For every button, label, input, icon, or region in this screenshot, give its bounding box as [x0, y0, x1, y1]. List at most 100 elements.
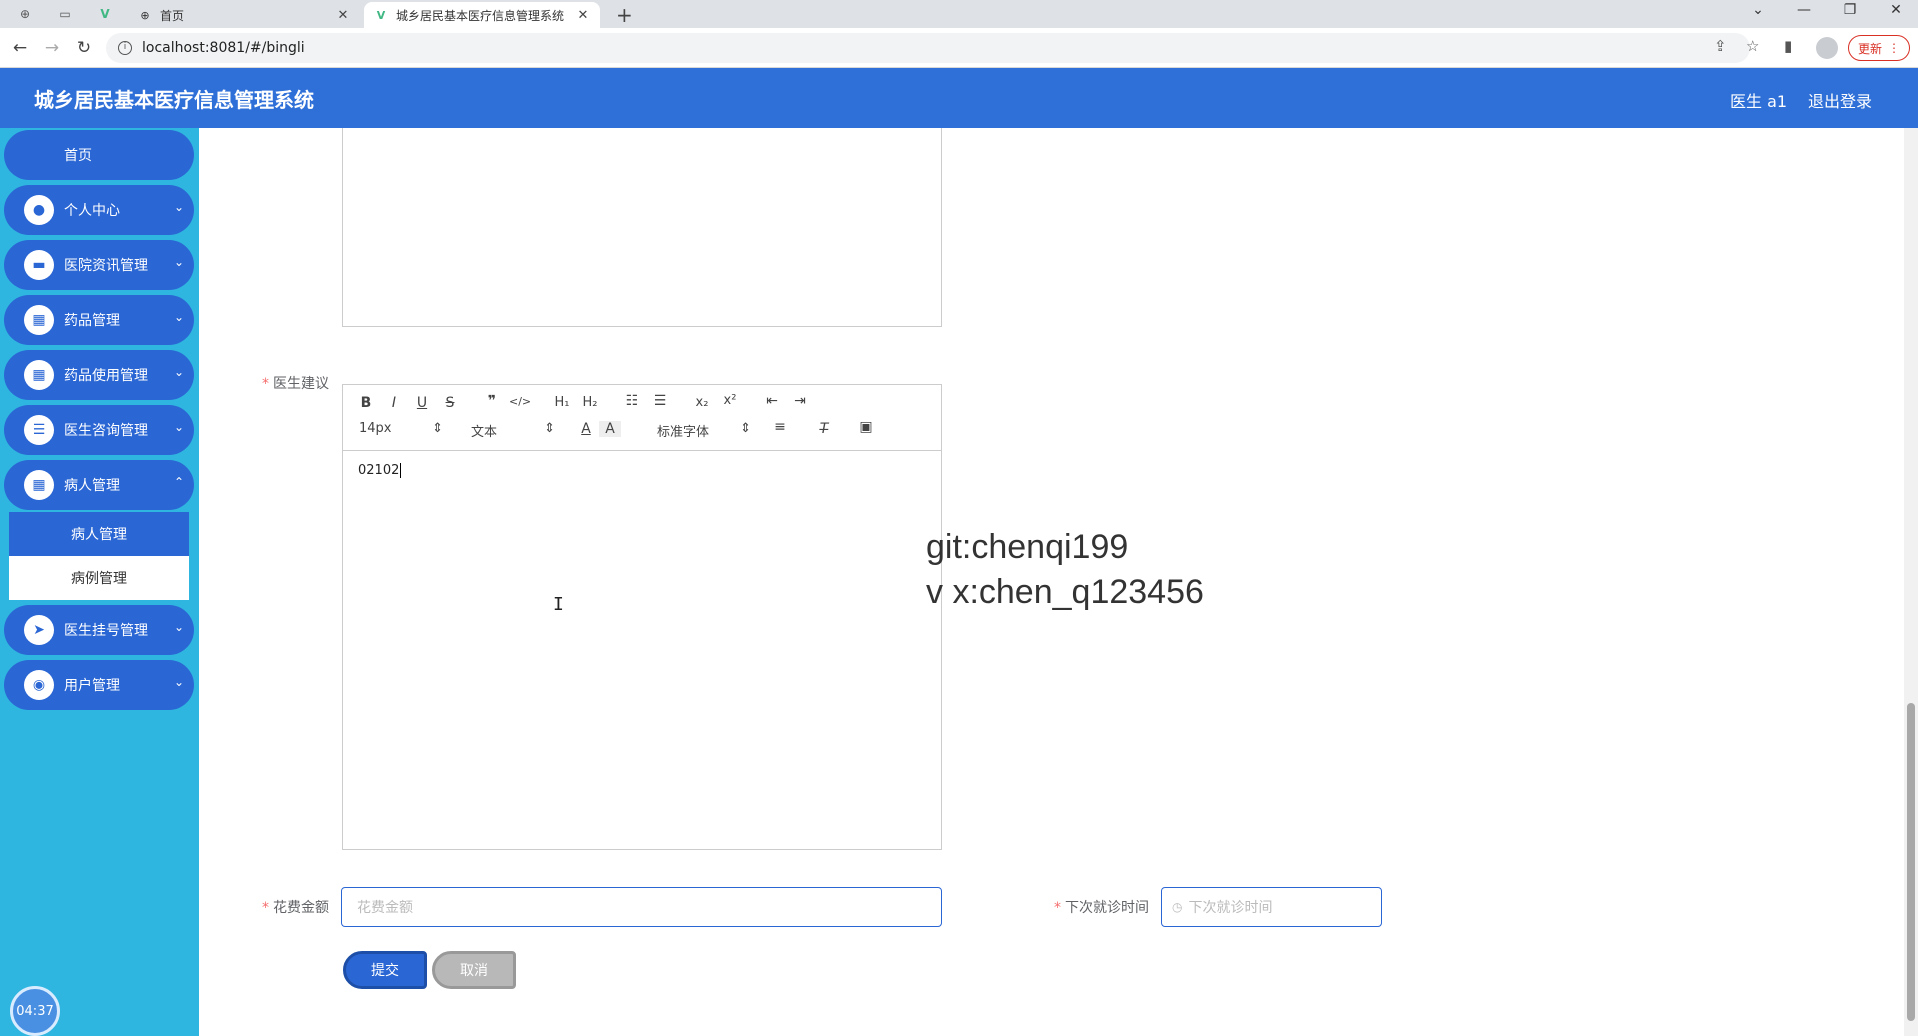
restore-icon[interactable]: ❐: [1838, 2, 1862, 18]
image-icon[interactable]: ▣: [855, 419, 877, 435]
cost-input[interactable]: 花费金额: [341, 887, 942, 927]
scrollbar-thumb[interactable]: [1907, 703, 1915, 1021]
select-arrows-icon: ⇕: [544, 421, 555, 436]
side-panel-icon[interactable]: ▮: [1784, 37, 1792, 55]
sidebar-item-user-management[interactable]: ◉ 用户管理 ⌄: [4, 660, 194, 710]
indent-icon[interactable]: ⇥: [789, 393, 811, 409]
underline-icon[interactable]: U: [411, 395, 433, 411]
more-vert-icon: ⋮: [1888, 41, 1900, 55]
align-left-icon[interactable]: ≡: [769, 419, 791, 435]
superscript-icon[interactable]: x²: [719, 393, 741, 408]
close-tab-icon[interactable]: ✕: [336, 8, 350, 23]
tab-title: 首页: [160, 8, 185, 23]
forward-icon[interactable]: →: [41, 37, 63, 59]
app-header: 城乡居民基本医疗信息管理系统 医生 a1 退出登录: [0, 68, 1918, 128]
clock-icon: ◷: [1172, 900, 1183, 914]
submenu-item-label: 病人管理: [71, 527, 127, 543]
blank-tab-icon[interactable]: ▭: [56, 5, 74, 23]
code-icon[interactable]: </>: [509, 395, 531, 408]
bullet-list-icon[interactable]: ☰: [649, 393, 671, 409]
sidebar-item-label: 医生挂号管理: [64, 623, 148, 639]
heading-value: 文本: [471, 425, 498, 440]
grid-icon: ▦: [24, 470, 54, 500]
doctor-advice-editor[interactable]: 02102: [342, 450, 942, 850]
previous-editor-content[interactable]: [342, 128, 942, 327]
new-tab-button[interactable]: +: [616, 3, 633, 27]
url-input[interactable]: i localhost:8081/#/bingli: [106, 33, 1750, 63]
font-family-value: 标准字体: [657, 425, 710, 440]
update-button[interactable]: 更新 ⋮: [1848, 35, 1910, 61]
strikethrough-icon[interactable]: S: [439, 395, 461, 411]
subscript-icon[interactable]: x₂: [691, 395, 713, 410]
app-title: 城乡居民基本医疗信息管理系统: [34, 88, 314, 112]
sidebar-item-registration[interactable]: ➤ 医生挂号管理 ⌄: [4, 605, 194, 655]
editor-text: 02102: [358, 463, 400, 478]
cancel-button[interactable]: 取消: [432, 951, 516, 989]
required-marker: *: [262, 376, 269, 392]
sidebar-item-label: 病人管理: [64, 478, 120, 494]
next-visit-input[interactable]: ◷ 下次就诊时间: [1161, 887, 1382, 927]
sidebar-item-label: 医院资讯管理: [64, 258, 148, 274]
close-tab-icon[interactable]: ✕: [576, 8, 590, 23]
logout-link[interactable]: 退出登录: [1808, 88, 1872, 112]
reload-icon[interactable]: ↻: [73, 37, 95, 59]
bold-icon[interactable]: B: [355, 395, 377, 411]
heading-select[interactable]: 文本 ⇕: [471, 421, 555, 440]
next-visit-label: * 下次就诊时间: [1054, 900, 1149, 916]
close-window-icon[interactable]: ✕: [1884, 2, 1908, 18]
globe-icon: ⊕: [140, 8, 150, 22]
required-marker: *: [262, 900, 269, 916]
update-label: 更新: [1857, 41, 1882, 56]
user-icon: ●: [24, 195, 54, 225]
briefcase-icon: ▬: [24, 250, 54, 280]
sidebar-item-personal-center[interactable]: ● 个人中心 ⌄: [4, 185, 194, 235]
chevron-down-icon: ⌄: [173, 255, 184, 269]
sidebar-item-drug-management[interactable]: ▦ 药品管理 ⌄: [4, 295, 194, 345]
text-color-icon[interactable]: A: [575, 421, 597, 437]
submit-button[interactable]: 提交: [343, 951, 427, 989]
font-family-select[interactable]: 标准字体 ⇕: [657, 421, 751, 440]
submenu-item-cases[interactable]: 病例管理: [9, 556, 189, 600]
info-icon[interactable]: i: [118, 41, 132, 55]
blockquote-icon[interactable]: ❞: [481, 393, 503, 409]
outdent-icon[interactable]: ⇤: [761, 393, 783, 409]
sidebar-item-patient-management[interactable]: ▦ 病人管理 ⌃: [4, 460, 194, 510]
vue-tab-icon[interactable]: V: [96, 5, 114, 23]
bulb-icon: ◉: [24, 670, 54, 700]
vue-icon: V: [376, 8, 386, 22]
sidebar-item-home[interactable]: 首页: [4, 130, 194, 180]
clear-format-icon[interactable]: T̶: [813, 421, 835, 437]
tab-title: 城乡居民基本医疗信息管理系统: [396, 8, 565, 23]
background-color-icon[interactable]: A: [599, 421, 621, 437]
globe-icon[interactable]: ⊕: [16, 5, 34, 23]
browser-tab-active[interactable]: V 城乡居民基本医疗信息管理系统 ✕: [364, 2, 600, 28]
watermark-line-2: v x:chen_q123456: [926, 573, 1204, 611]
tab-search-icon[interactable]: ⌄: [1746, 2, 1770, 18]
h2-icon[interactable]: H₂: [579, 395, 601, 410]
bookmark-star-icon[interactable]: ☆: [1746, 37, 1759, 55]
ordered-list-icon[interactable]: ☷: [621, 393, 643, 409]
sidebar-item-label: 医生咨询管理: [64, 423, 148, 439]
browser-tabstrip: ⊕ ▭ V ⊕ 首页 ✕ V 城乡居民基本医疗信息管理系统 ✕ + ⌄ — ❐ …: [0, 0, 1918, 28]
text-caret: [400, 463, 402, 478]
share-icon[interactable]: ⇪: [1714, 37, 1727, 55]
minimize-icon[interactable]: —: [1792, 2, 1816, 18]
profile-avatar[interactable]: [1816, 37, 1838, 59]
sidebar-item-drug-usage[interactable]: ▦ 药品使用管理 ⌄: [4, 350, 194, 400]
back-icon[interactable]: ←: [9, 37, 31, 59]
chevron-down-icon: ⌄: [173, 620, 184, 634]
grid-icon: ▦: [24, 305, 54, 335]
sidebar-item-label: 药品管理: [64, 313, 120, 329]
italic-icon[interactable]: I: [383, 395, 405, 411]
chevron-up-icon: ⌃: [173, 475, 184, 489]
sidebar-item-hospital-news[interactable]: ▬ 医院资讯管理 ⌄: [4, 240, 194, 290]
chevron-down-icon: ⌄: [173, 675, 184, 689]
h1-icon[interactable]: H₁: [551, 395, 573, 410]
send-icon: ➤: [24, 615, 54, 645]
watermark-line-1: git:chenqi199: [926, 528, 1129, 566]
submenu-item-patients[interactable]: 病人管理: [9, 512, 189, 556]
sidebar-item-doctor-consult[interactable]: ☰ 医生咨询管理 ⌄: [4, 405, 194, 455]
current-user: 医生 a1: [1730, 92, 1788, 111]
font-size-select[interactable]: 14px ⇕: [359, 421, 443, 436]
browser-tab-home[interactable]: ⊕ 首页 ✕: [128, 2, 360, 28]
